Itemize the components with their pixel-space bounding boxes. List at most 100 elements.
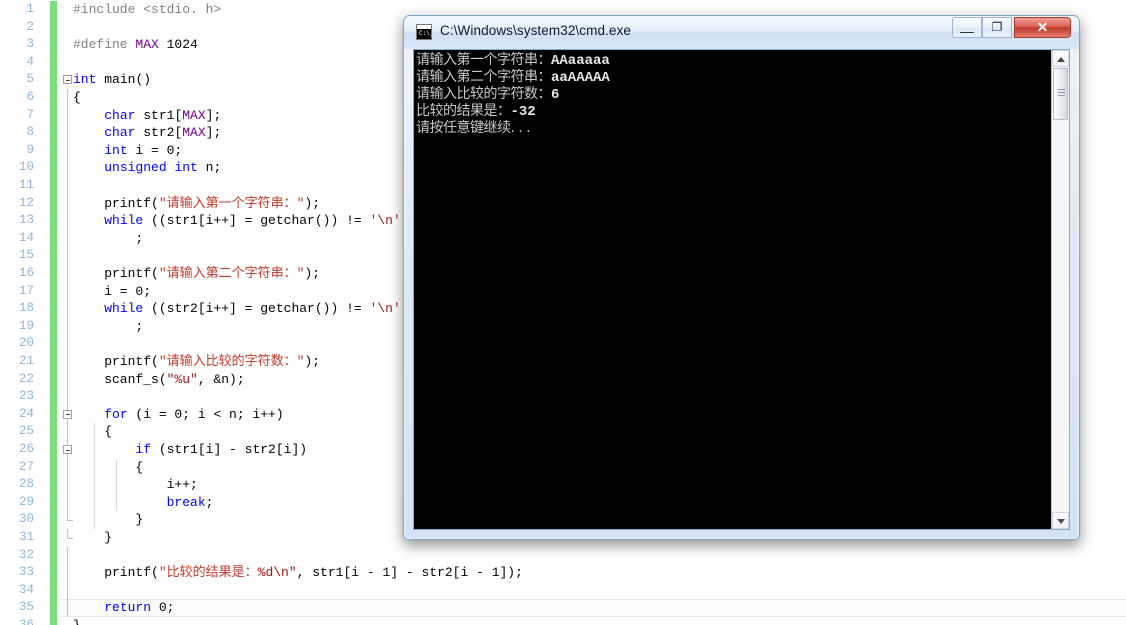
close-button[interactable]: ✕ bbox=[1014, 17, 1071, 38]
change-bar bbox=[50, 476, 57, 494]
change-bar bbox=[50, 71, 57, 89]
code-line[interactable]: 35 return 0; bbox=[0, 599, 1126, 617]
scrollbar-thumb[interactable] bbox=[1053, 68, 1068, 120]
line-number: 16 bbox=[18, 266, 34, 280]
line-number: 25 bbox=[18, 424, 34, 439]
code-line[interactable]: 32 bbox=[0, 546, 1126, 565]
code-token: i = 0; bbox=[127, 142, 183, 158]
code-text: break; bbox=[73, 494, 214, 512]
line-number: 27 bbox=[18, 459, 34, 474]
line-number: 34 bbox=[18, 582, 34, 597]
fold-guide bbox=[67, 300, 68, 318]
line-number: 31 bbox=[18, 530, 34, 544]
code-text: char str2[MAX]; bbox=[73, 124, 221, 142]
code-token: MAX bbox=[182, 107, 206, 123]
fold-toggle[interactable] bbox=[63, 445, 72, 454]
cmd-window[interactable]: C:\_ C:\Windows\system32\cmd.exe — ❐ ✕ 请… bbox=[403, 15, 1080, 540]
fold-guide bbox=[67, 159, 68, 177]
fold-guide bbox=[67, 599, 68, 617]
code-token: } bbox=[73, 618, 81, 625]
fold-guide bbox=[67, 141, 68, 160]
code-text: } bbox=[73, 617, 81, 625]
code-text: char str1[MAX]; bbox=[73, 107, 221, 125]
fold-toggle[interactable] bbox=[63, 409, 72, 419]
line-number: 5 bbox=[26, 72, 34, 87]
line-number: 13 bbox=[18, 213, 34, 228]
cmd-window-title: C:\Windows\system32\cmd.exe bbox=[440, 23, 632, 38]
code-token: , str1[i - 1] - str2[i - 1]); bbox=[296, 565, 523, 581]
code-line[interactable]: 33 printf("比较的结果是：%d\n", str1[i - 1] - s… bbox=[0, 564, 1126, 582]
fold-guide bbox=[67, 388, 68, 406]
code-token: "请输入比较的字符数：" bbox=[158, 354, 305, 369]
minimize-button[interactable]: — bbox=[952, 17, 982, 39]
chevron-down-icon bbox=[1056, 518, 1065, 524]
line-number: 23 bbox=[18, 389, 34, 404]
code-token: { bbox=[73, 90, 81, 105]
change-bar bbox=[50, 300, 57, 318]
fold-guide bbox=[67, 194, 68, 213]
code-token: if bbox=[135, 442, 152, 457]
cmd-icon-prompt: C:\_ bbox=[419, 30, 434, 37]
code-text: } bbox=[73, 511, 143, 529]
code-text: printf("比较的结果是：%d\n", str1[i - 1] - str2… bbox=[73, 564, 523, 582]
fold-guide bbox=[67, 229, 68, 248]
code-line[interactable]: 34 bbox=[0, 581, 1126, 600]
code-token: str2[ bbox=[135, 125, 183, 141]
code-token: '\n' bbox=[369, 301, 401, 317]
code-text: i = 0; bbox=[73, 283, 151, 301]
code-token: ; bbox=[73, 230, 144, 246]
line-number: 35 bbox=[18, 600, 34, 615]
code-token: } bbox=[73, 530, 113, 545]
fold-guide bbox=[67, 546, 68, 565]
change-bar bbox=[50, 405, 57, 424]
line-number: 26 bbox=[18, 442, 34, 456]
code-token: ; bbox=[73, 318, 144, 334]
code-token: ); bbox=[304, 354, 321, 369]
console-output[interactable]: 请输入第一个字符串：AAaaaaa 请输入第二个字符串：aaAAAAA 请输入比较的… bbox=[414, 50, 1051, 529]
fold-toggle[interactable] bbox=[63, 75, 72, 85]
code-token: main bbox=[104, 72, 136, 88]
code-token: int bbox=[174, 160, 198, 176]
code-token: printf( bbox=[73, 354, 159, 369]
code-text: ; bbox=[73, 230, 143, 248]
line-number: 6 bbox=[26, 90, 34, 104]
code-text: return 0; bbox=[73, 599, 174, 617]
scroll-up-button[interactable] bbox=[1052, 50, 1069, 67]
fold-guide bbox=[67, 282, 68, 301]
code-token: ]; bbox=[205, 125, 222, 141]
line-number: 4 bbox=[26, 54, 34, 69]
code-token: n; bbox=[197, 160, 222, 176]
code-token: i++; bbox=[73, 477, 198, 493]
change-bar bbox=[50, 546, 57, 565]
line-number: 32 bbox=[18, 547, 34, 562]
code-text: scanf_s("%u", &n); bbox=[73, 371, 244, 389]
code-text: unsigned int n; bbox=[73, 159, 221, 177]
code-token: int bbox=[73, 72, 97, 88]
code-text: ; bbox=[73, 318, 143, 336]
scroll-down-button[interactable] bbox=[1052, 512, 1069, 529]
change-bar bbox=[50, 194, 57, 213]
console-value-text: -32 bbox=[510, 104, 536, 120]
code-line[interactable]: 36} bbox=[0, 617, 1126, 625]
fold-guide bbox=[67, 493, 68, 512]
console-scrollbar[interactable] bbox=[1051, 50, 1069, 529]
code-text: int main() bbox=[73, 71, 151, 89]
code-text: printf("请输入第二个字符串："); bbox=[73, 265, 320, 283]
code-token: str1[ bbox=[135, 107, 183, 123]
change-bar bbox=[50, 159, 57, 177]
code-text: printf("请输入比较的字符数："); bbox=[73, 353, 320, 371]
code-token: MAX bbox=[182, 125, 206, 141]
code-token: ); bbox=[304, 195, 321, 211]
code-token: printf( bbox=[73, 266, 159, 281]
maximize-button[interactable]: ❐ bbox=[982, 17, 1012, 38]
current-line-highlight bbox=[60, 599, 1126, 617]
fold-guide bbox=[67, 476, 68, 494]
cmd-title-bar[interactable]: C:\_ C:\Windows\system32\cmd.exe — ❐ ✕ bbox=[404, 16, 1079, 49]
fold-guide bbox=[67, 370, 68, 389]
fold-guide bbox=[67, 564, 68, 582]
console-prompt-text: 请输入第二个字符串： bbox=[416, 69, 552, 85]
